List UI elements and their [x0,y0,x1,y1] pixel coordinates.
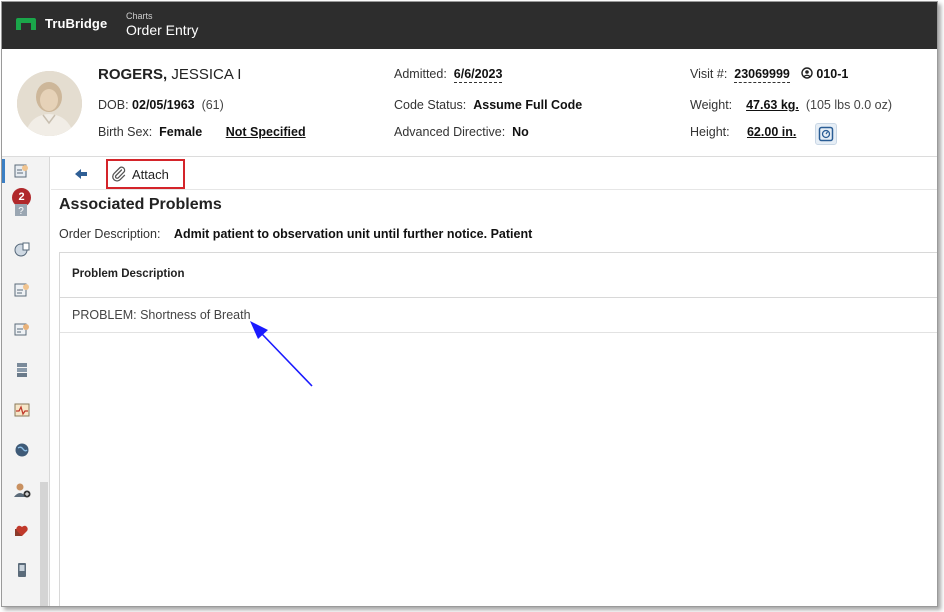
heart-icon[interactable] [13,521,31,539]
rail-scrollbar[interactable] [40,482,48,606]
code-status-value: Assume Full Code [473,98,583,112]
dob-value: 02/05/1963 [132,98,195,112]
help-icon[interactable]: ? [14,203,28,217]
attach-label: Attach [132,166,169,182]
height-value[interactable]: 62.00 in. [747,125,796,139]
visit-row: Visit #: 23069999 010-1 [690,67,848,83]
order-description-value: Admit patient to observation unit until … [173,227,533,241]
rail-active-indicator [2,159,5,183]
order-description-label: Order Description: [59,227,161,241]
stack-icon[interactable] [13,361,31,379]
sex-row: Birth Sex: Female Not Specified [98,125,306,139]
weight-label: Weight: [690,98,733,112]
app-window: TruBridge Charts Order Entry ROGERS, JES… [1,1,938,607]
dob-row: DOB: 02/05/1963 (61) [98,98,224,112]
admitted-row: Admitted: 6/6/2023 [394,67,503,83]
advanced-directive-label: Advanced Directive: [394,125,506,139]
advanced-directive-value: No [512,125,529,139]
notes-icon[interactable] [13,281,31,299]
room-value: 010-1 [816,67,849,81]
problems-table: Problem Description PROBLEM: Shortness o… [59,252,937,606]
height-label: Height: [690,125,730,139]
dob-label: DOB: [98,98,129,112]
left-rail: 2 ? [2,157,50,606]
back-button[interactable] [73,166,89,182]
sex-value: Female [159,125,203,139]
vitals-icon[interactable] [13,401,31,419]
device-icon[interactable] [13,561,31,579]
visit-value[interactable]: 23069999 [734,67,790,83]
age-value: (61) [201,98,224,112]
brand[interactable]: TruBridge [16,16,107,31]
svg-text:?: ? [18,206,24,217]
main-content: Attach Associated Problems Order Descrip… [51,157,937,606]
top-bar: TruBridge Charts Order Entry [2,2,937,49]
table-row[interactable]: PROBLEM: Shortness of Breath [60,298,937,333]
weight-lbs: (105 lbs 0.0 oz) [805,98,893,112]
height-row: Height: 62.00 in. [690,125,796,139]
weight-row: Weight: 47.63 kg. (105 lbs 0.0 oz) [690,98,892,112]
sex-label: Birth Sex: [98,125,153,139]
gender-identity-link[interactable]: Not Specified [226,125,306,139]
trubridge-logo-icon [16,17,36,30]
toolbar: Attach [51,157,937,190]
globe-meds-icon[interactable] [13,241,31,259]
order-icon[interactable] [13,162,31,180]
section-title: Associated Problems [59,196,222,213]
weight-value[interactable]: 47.63 kg. [746,98,799,112]
code-status-row: Code Status: Assume Full Code [394,98,582,112]
page-title: Order Entry [126,22,199,38]
column-header-problem-description[interactable]: Problem Description [60,253,937,298]
chat-icon[interactable] [13,321,31,339]
brand-name: TruBridge [45,16,108,31]
world-icon[interactable] [13,441,31,459]
paperclip-icon [111,166,127,182]
back-arrow-icon [73,169,89,186]
admitted-value[interactable]: 6/6/2023 [453,67,503,83]
order-description: Order Description: Admit patient to obse… [59,227,532,241]
visit-label: Visit #: [690,67,728,81]
breadcrumb: Charts Order Entry [126,11,198,39]
code-status-label: Code Status: [394,98,467,112]
patient-name: ROGERS, JESSICA I [98,66,241,83]
scale-button[interactable] [815,123,837,145]
patient-first-name: JESSICA I [171,66,242,83]
admitted-label: Admitted: [394,67,447,81]
location-pin-icon [801,67,814,83]
patient-last-name: ROGERS, [98,66,168,83]
breadcrumb-section[interactable]: Charts [126,11,198,22]
attach-button[interactable]: Attach [106,159,185,189]
patient-avatar [17,71,82,136]
advanced-directive-row: Advanced Directive: No [394,125,529,139]
scale-icon [816,126,836,142]
patient-banner: ROGERS, JESSICA I DOB: 02/05/1963 (61) B… [2,49,937,157]
add-user-icon[interactable] [13,481,31,499]
